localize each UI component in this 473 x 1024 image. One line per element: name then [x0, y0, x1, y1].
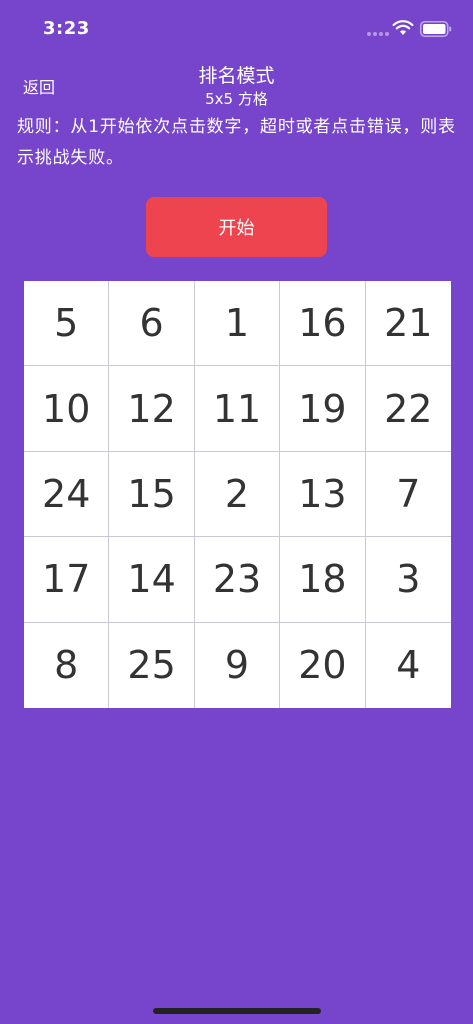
grid-cell[interactable]: 22	[365, 366, 451, 452]
start-button[interactable]: 开始	[146, 197, 327, 257]
grid-cell[interactable]: 25	[109, 622, 195, 708]
grid-cell[interactable]: 1	[194, 281, 281, 367]
grid-cell[interactable]: 6	[109, 281, 195, 367]
grid-cell[interactable]: 15	[109, 451, 195, 538]
status-time: 3:23	[43, 18, 90, 39]
number-grid: 5 6 1 16 21 10 12 11 19 22 24 15 2 13 7 …	[24, 281, 451, 708]
grid-cell[interactable]: 3	[365, 537, 451, 623]
grid-cell[interactable]: 19	[280, 366, 366, 452]
grid-cell[interactable]: 7	[365, 451, 451, 538]
grid-cell[interactable]: 13	[280, 451, 366, 538]
grid-cell[interactable]: 24	[24, 451, 110, 538]
status-bar: 3:23	[0, 0, 473, 58]
grid-cell[interactable]: 14	[109, 537, 195, 623]
grid-cell[interactable]: 12	[109, 366, 195, 452]
wifi-icon	[392, 20, 414, 35]
grid-cell[interactable]: 16	[280, 281, 366, 367]
grid-cell[interactable]: 23	[194, 537, 281, 623]
cellular-signal-icon	[367, 32, 389, 36]
grid-cell[interactable]: 20	[280, 622, 366, 708]
grid-cell[interactable]: 18	[280, 537, 366, 623]
grid-cell[interactable]: 10	[24, 366, 110, 452]
rules-text: 规则：从1开始依次点击数字，超时或者点击错误，则表示挑战失败。	[17, 117, 456, 168]
page-subtitle: 5x5 方格	[205, 90, 268, 108]
grid-cell[interactable]: 5	[24, 281, 110, 367]
grid-cell[interactable]: 8	[24, 622, 110, 708]
home-indicator[interactable]	[153, 1008, 321, 1014]
grid-cell[interactable]: 2	[194, 451, 281, 538]
grid-cell[interactable]: 4	[365, 622, 451, 708]
grid-cell[interactable]: 21	[365, 281, 451, 367]
grid-cell[interactable]: 9	[194, 622, 281, 708]
page-title: 排名模式	[198, 65, 275, 87]
grid-cell[interactable]: 17	[24, 537, 110, 623]
battery-icon	[420, 21, 452, 37]
grid-cell[interactable]: 11	[194, 366, 281, 452]
